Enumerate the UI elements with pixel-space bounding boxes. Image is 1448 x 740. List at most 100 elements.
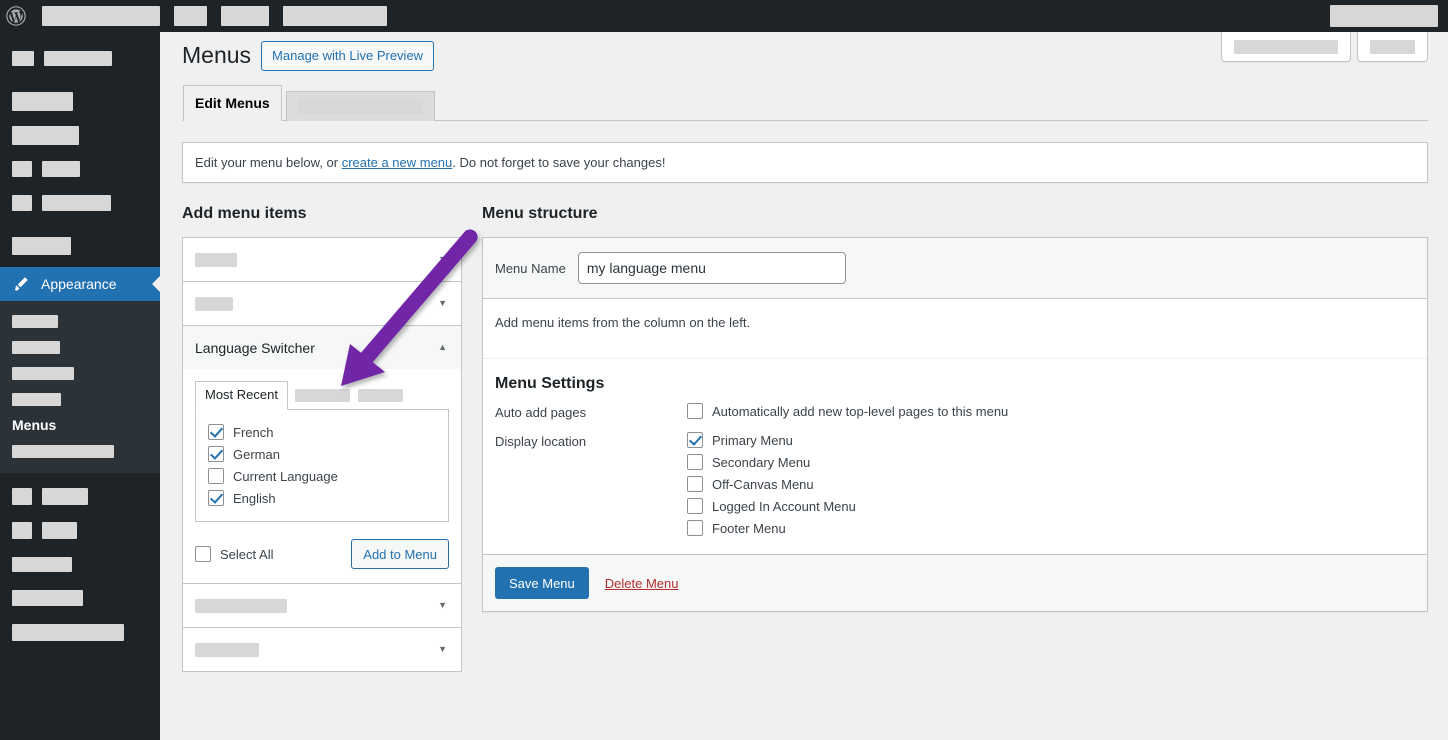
checkbox-current-language[interactable]	[208, 468, 224, 485]
sidebar-label-redacted	[12, 590, 83, 606]
sidebar-subitem-widgets[interactable]	[0, 360, 160, 386]
checkbox-footer-menu[interactable]	[687, 520, 703, 537]
sidebar-subitem-menus[interactable]: Menus	[0, 412, 160, 438]
checkbox-off-canvas-menu[interactable]	[687, 476, 703, 493]
checkbox-select-all[interactable]	[195, 546, 211, 563]
manage-with-live-preview-button[interactable]: Manage with Live Preview	[261, 41, 435, 71]
sidebar-item-appearance-label: Appearance	[41, 276, 117, 292]
menu-name-input[interactable]	[577, 252, 846, 285]
menus-columns: Add menu items ▼ ▼ Language Switcher ▲ M…	[182, 203, 1428, 673]
menu-structure-heading: Menu structure	[482, 205, 598, 222]
panel-tab-most-recent[interactable]: Most Recent	[195, 381, 288, 411]
checkbox-auto-add-pages[interactable]	[687, 403, 703, 420]
checkbox-primary-menu[interactable]	[687, 432, 703, 449]
checkbox-french[interactable]	[208, 424, 224, 441]
sidebar-item-posts[interactable]	[0, 84, 160, 118]
panel-tab-search[interactable]	[357, 381, 404, 410]
adminbar-site-name[interactable]	[42, 6, 160, 26]
sidebar-item-comments[interactable]	[0, 186, 160, 220]
display-location-option[interactable]: Off-Canvas Menu	[687, 476, 856, 493]
checkbox-secondary-menu[interactable]	[687, 454, 703, 471]
menu-items-area: Add menu items from the column on the le…	[483, 299, 1427, 330]
adminbar-new-content[interactable]	[283, 6, 387, 26]
sidebar-label-redacted	[12, 237, 71, 255]
tab-manage-locations[interactable]	[285, 91, 435, 121]
admin-bar	[0, 0, 1448, 32]
chevron-down-icon[interactable]: ▼	[438, 255, 447, 264]
accordion-section-categories-header[interactable]: ▼	[183, 584, 461, 628]
notice-text-after: . Do not forget to save your changes!	[452, 155, 666, 170]
sidebar-item-seo[interactable]	[0, 581, 160, 615]
list-item[interactable]: German	[208, 443, 436, 465]
help-toggle[interactable]	[1357, 32, 1428, 62]
sidebar-label-redacted	[12, 125, 79, 145]
checkbox-auto-add-pages-label: Automatically add new top-level pages to…	[712, 403, 1009, 419]
list-item[interactable]: Current Language	[208, 465, 436, 487]
chevron-up-icon[interactable]: ▲	[438, 343, 447, 352]
accordion-section-posts-header[interactable]: ▼	[183, 282, 461, 326]
sidebar-icon-redacted	[12, 195, 32, 211]
accordion-section-pages-header[interactable]: ▼	[183, 238, 461, 282]
checkbox-german-label: German	[233, 446, 280, 462]
checkbox-primary-menu-label: Primary Menu	[712, 432, 793, 448]
sidebar-item-users[interactable]	[0, 479, 160, 513]
display-location-option[interactable]: Logged In Account Menu	[687, 498, 856, 515]
sidebar-item-pages[interactable]	[0, 152, 160, 186]
create-a-new-menu-link[interactable]: create a new menu	[342, 155, 453, 170]
checkbox-footer-menu-label: Footer Menu	[712, 520, 786, 536]
select-all-row[interactable]: Select All	[195, 546, 273, 563]
display-location-option[interactable]: Footer Menu	[687, 520, 856, 537]
list-item[interactable]: English	[208, 487, 436, 509]
accordion-section-language-switcher-header[interactable]: Language Switcher ▲	[183, 326, 461, 370]
sidebar-subitem-customize[interactable]	[0, 334, 160, 360]
adminbar-comments[interactable]	[221, 6, 269, 26]
display-location-option[interactable]: Primary Menu	[687, 432, 856, 449]
chevron-down-icon[interactable]: ▼	[438, 299, 447, 308]
adminbar-my-account[interactable]	[1330, 5, 1438, 27]
accordion-section-language-switcher-title: Language Switcher	[195, 339, 315, 356]
sidebar-item-appearance[interactable]: Appearance	[0, 267, 160, 301]
checkbox-logged-in-account-menu[interactable]	[687, 498, 703, 515]
display-location-option[interactable]: Secondary Menu	[687, 454, 856, 471]
tab-manage-locations-label-redacted	[297, 99, 423, 114]
help-label-redacted	[1370, 39, 1415, 54]
menu-edit-panel: Menu Name Add menu items from the column…	[482, 237, 1428, 613]
page-title-text: Menus	[182, 42, 252, 69]
auto-add-pages-options: Automatically add new top-level pages to…	[687, 403, 1009, 420]
adminbar-updates[interactable]	[174, 6, 207, 26]
language-panel-actions: Select All Add to Menu	[195, 539, 449, 570]
sidebar-subitem-themes[interactable]	[0, 308, 160, 334]
sidebar-icon-redacted	[12, 521, 32, 539]
wordpress-logo-icon[interactable]	[0, 0, 32, 32]
delete-menu-link[interactable]: Delete Menu	[605, 576, 679, 591]
sidebar-item-plugins[interactable]	[0, 229, 160, 263]
sidebar-item-dashboard[interactable]	[0, 41, 160, 75]
accordion-section-tags-header[interactable]: ▼	[183, 628, 461, 672]
chevron-down-icon[interactable]: ▼	[438, 645, 447, 654]
add-to-menu-button[interactable]: Add to Menu	[351, 539, 449, 570]
screen-options-toggle[interactable]	[1221, 32, 1351, 62]
tab-edit-menus[interactable]: Edit Menus	[183, 85, 282, 121]
menu-name-row: Menu Name	[483, 238, 1427, 300]
save-menu-button[interactable]: Save Menu	[495, 567, 589, 600]
checkbox-german[interactable]	[208, 446, 224, 463]
panel-tab-view-all[interactable]	[294, 381, 351, 410]
sidebar-item-settings[interactable]	[0, 547, 160, 581]
sidebar-item-media[interactable]	[0, 118, 160, 152]
chevron-down-icon[interactable]: ▼	[438, 601, 447, 610]
auto-add-pages-option[interactable]: Automatically add new top-level pages to…	[687, 403, 1009, 420]
sidebar-item-collapse[interactable]	[0, 615, 160, 649]
display-location-label: Display location	[495, 434, 587, 450]
language-switcher-panel: Most Recent French German Current Langua…	[183, 369, 461, 584]
sidebar-subitem-background[interactable]	[0, 438, 160, 464]
sidebar-subitem-editor[interactable]	[0, 386, 160, 412]
list-item[interactable]: French	[208, 421, 436, 443]
add-menu-items-heading: Add menu items	[182, 205, 307, 222]
sidebar-item-tools[interactable]	[0, 513, 160, 547]
checkbox-english[interactable]	[208, 490, 224, 507]
accordion-section-categories: ▼	[183, 583, 461, 628]
menus-page-wrap: Menus Manage with Live Preview Edit Menu…	[160, 32, 1448, 673]
language-checkbox-list: French German Current Language English	[195, 410, 449, 523]
